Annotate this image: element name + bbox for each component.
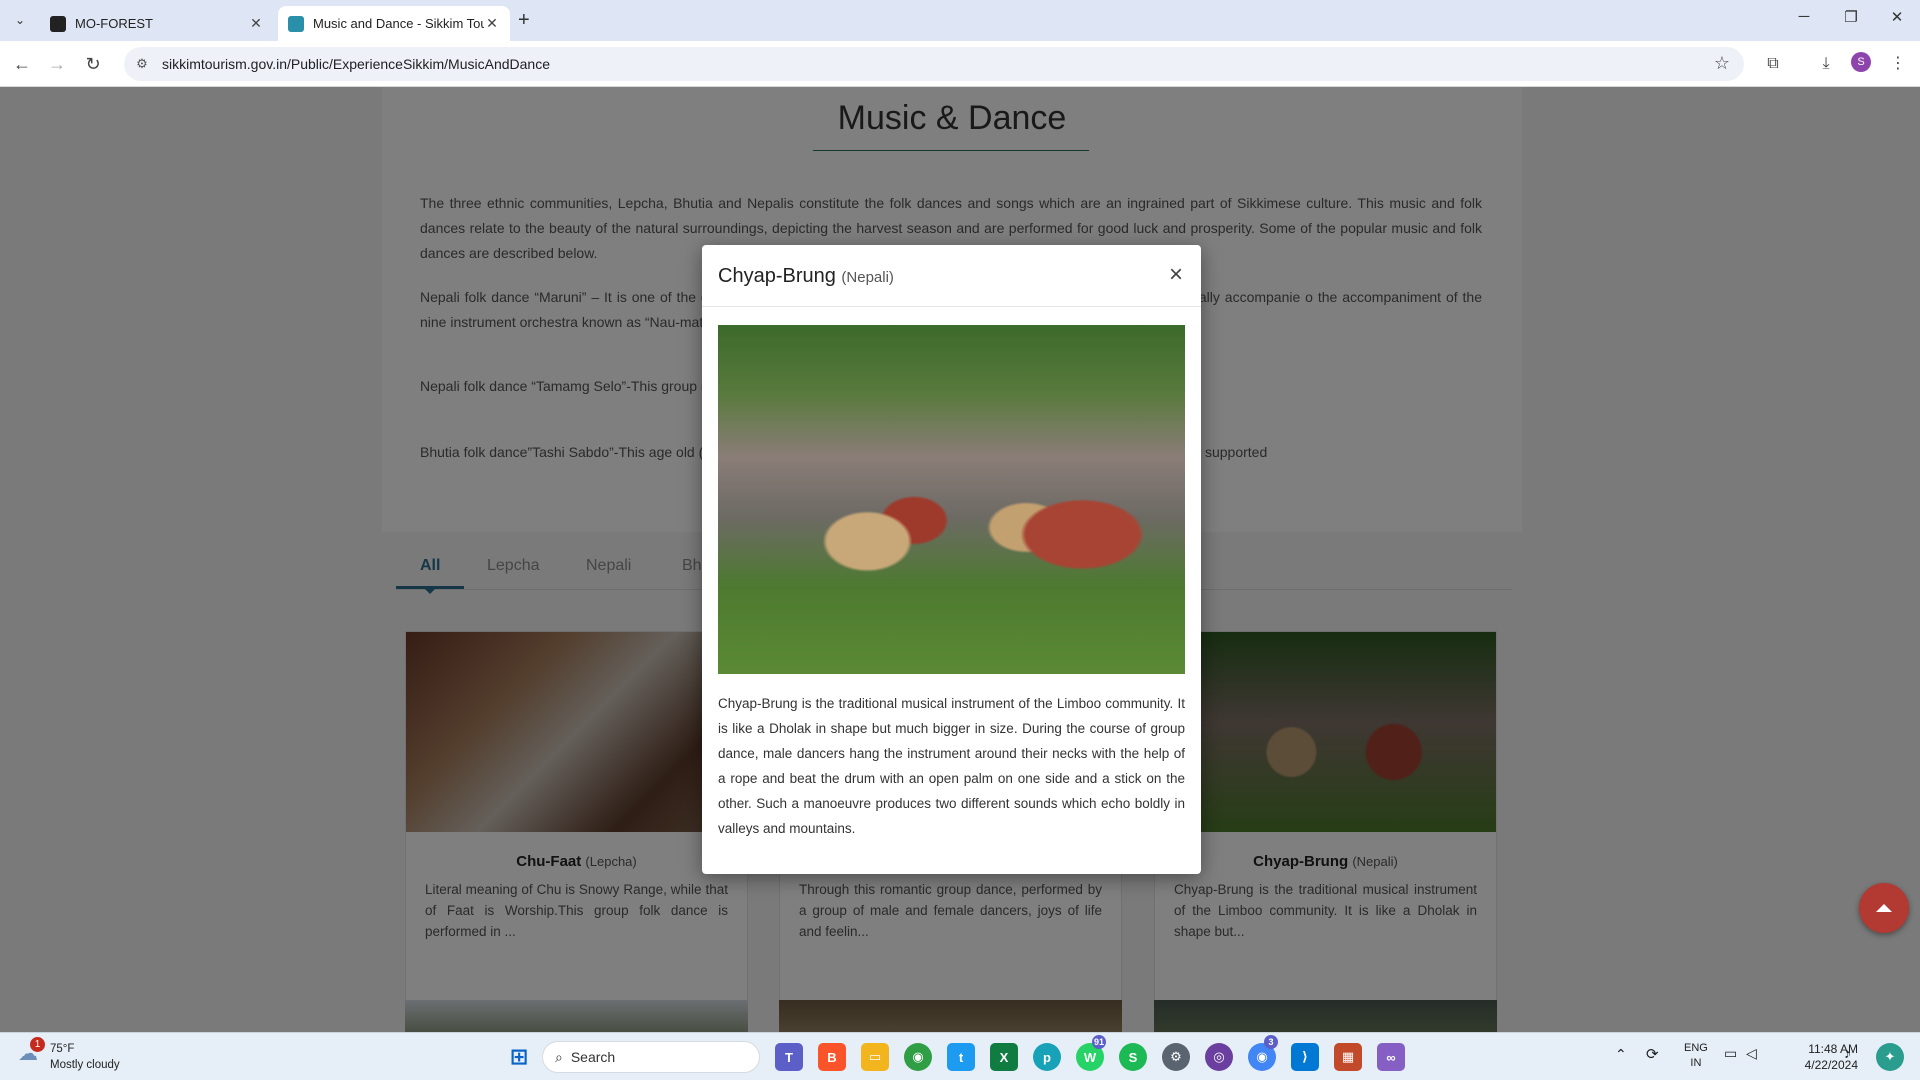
new-tab-button[interactable]: + bbox=[518, 9, 530, 32]
copilot-icon[interactable]: ✦ bbox=[1876, 1043, 1904, 1071]
url-text[interactable]: sikkimtourism.gov.in/Public/ExperienceSi… bbox=[162, 56, 550, 72]
site-info-icon[interactable]: ⚙ bbox=[132, 56, 152, 72]
chrome-active-icon[interactable]: ◉ 3 bbox=[1248, 1035, 1278, 1071]
windows-start-icon[interactable]: ⊞ bbox=[505, 1043, 533, 1071]
windows-taskbar: ☁ 1 75°F Mostly cloudy ⊞ ⌕ Search T B ▭ … bbox=[0, 1032, 1920, 1080]
taskbar-search[interactable]: ⌕ Search bbox=[542, 1041, 760, 1073]
tab-close-icon[interactable]: ✕ bbox=[248, 15, 264, 32]
modal-header: Chyap-Brung (Nepali) × bbox=[702, 245, 1201, 307]
tray-expand-icon[interactable]: ⌃ bbox=[1615, 1046, 1627, 1063]
cloud-icon: ☁ 1 bbox=[18, 1037, 45, 1067]
address-bar[interactable]: ⚙ sikkimtourism.gov.in/Public/Experience… bbox=[124, 47, 1744, 81]
brave-icon[interactable]: B bbox=[818, 1043, 846, 1071]
menu-kebab-icon[interactable]: ⋮ bbox=[1886, 52, 1910, 76]
extensions-icon[interactable]: ⧉ bbox=[1761, 52, 1785, 76]
tab-close-icon[interactable]: ✕ bbox=[484, 15, 500, 32]
tab-music-dance[interactable]: Music and Dance - Sikkim Tour ✕ bbox=[278, 6, 510, 41]
app-icon[interactable]: p bbox=[1033, 1043, 1061, 1071]
podcast-icon[interactable]: ◎ bbox=[1205, 1043, 1233, 1071]
detail-modal: Chyap-Brung (Nepali) × Chyap-Brung is th… bbox=[702, 245, 1201, 874]
weather-badge: 1 bbox=[30, 1037, 45, 1052]
modal-title: Chyap-Brung (Nepali) bbox=[718, 265, 894, 287]
search-label: Search bbox=[570, 1049, 616, 1065]
download-icon[interactable]: ⤓ bbox=[1814, 52, 1838, 76]
language-indicator[interactable]: ENG IN bbox=[1684, 1041, 1708, 1071]
network-icon[interactable]: ▭ bbox=[1724, 1045, 1737, 1062]
angular-favicon-icon bbox=[50, 15, 66, 32]
browser-toolbar: ← → ↻ ⚙ sikkimtourism.gov.in/Public/Expe… bbox=[0, 41, 1920, 87]
back-arrow-icon[interactable]: ← bbox=[10, 52, 34, 76]
whatsapp-badge: 91 bbox=[1092, 1035, 1107, 1049]
reload-icon[interactable]: ↻ bbox=[81, 52, 105, 76]
tab-mo-forest[interactable]: MO-FOREST ✕ bbox=[40, 6, 274, 41]
chrome-icon[interactable]: ◉ bbox=[904, 1043, 932, 1071]
bookmark-star-icon[interactable]: ☆ bbox=[1714, 53, 1730, 74]
app-grid-icon[interactable]: ▦ bbox=[1334, 1043, 1362, 1071]
close-window-button[interactable]: ✕ bbox=[1885, 8, 1909, 26]
scroll-to-top-button[interactable] bbox=[1859, 883, 1909, 933]
lang-primary: ENG bbox=[1684, 1042, 1708, 1054]
tab-title: MO-FOREST bbox=[75, 16, 153, 31]
excel-icon[interactable]: X bbox=[990, 1043, 1018, 1071]
visual-studio-icon[interactable]: ∞ bbox=[1377, 1043, 1405, 1071]
volume-icon[interactable]: ◁ bbox=[1746, 1045, 1757, 1062]
browser-tab-bar: ⌄ MO-FOREST ✕ Music and Dance - Sikkim T… bbox=[0, 0, 1920, 41]
arrow-up-icon bbox=[1876, 904, 1892, 912]
tab-search-icon[interactable]: ⌄ bbox=[8, 8, 32, 32]
chyap-brung-image bbox=[718, 325, 1185, 674]
file-explorer-icon[interactable]: ▭ bbox=[861, 1043, 889, 1071]
vscode-icon[interactable]: ⟩ bbox=[1291, 1043, 1319, 1071]
whatsapp-icon[interactable]: W 91 bbox=[1076, 1035, 1107, 1071]
sync-icon[interactable]: ⟳ bbox=[1646, 1045, 1659, 1063]
lang-region: IN bbox=[1690, 1057, 1702, 1069]
restore-button[interactable]: ❐ bbox=[1839, 8, 1863, 26]
search-icon: ⌕ bbox=[555, 1048, 563, 1065]
minimize-button[interactable]: ─ bbox=[1792, 8, 1816, 25]
settings-gear-icon[interactable]: ⚙ bbox=[1162, 1043, 1190, 1071]
profile-avatar[interactable]: S bbox=[1851, 52, 1871, 72]
teams-icon[interactable]: T bbox=[775, 1043, 803, 1071]
weather-temp: 75°F bbox=[50, 1043, 75, 1055]
tab-title: Music and Dance - Sikkim Tour bbox=[313, 16, 484, 31]
sikkim-favicon-icon bbox=[288, 15, 304, 32]
chrome-badge: 3 bbox=[1264, 1035, 1278, 1049]
weather-desc: Mostly cloudy bbox=[50, 1059, 120, 1071]
modal-description: Chyap-Brung is the traditional musical i… bbox=[718, 696, 1185, 836]
spotify-icon[interactable]: S bbox=[1119, 1043, 1147, 1071]
notification-bell-icon[interactable]: ♪ bbox=[1844, 1045, 1851, 1061]
modal-close-button[interactable]: × bbox=[1169, 261, 1183, 289]
forward-arrow-icon[interactable]: → bbox=[45, 52, 69, 76]
twitter-icon[interactable]: t bbox=[947, 1043, 975, 1071]
weather-widget[interactable]: ☁ 1 75°F Mostly cloudy bbox=[18, 1037, 120, 1073]
